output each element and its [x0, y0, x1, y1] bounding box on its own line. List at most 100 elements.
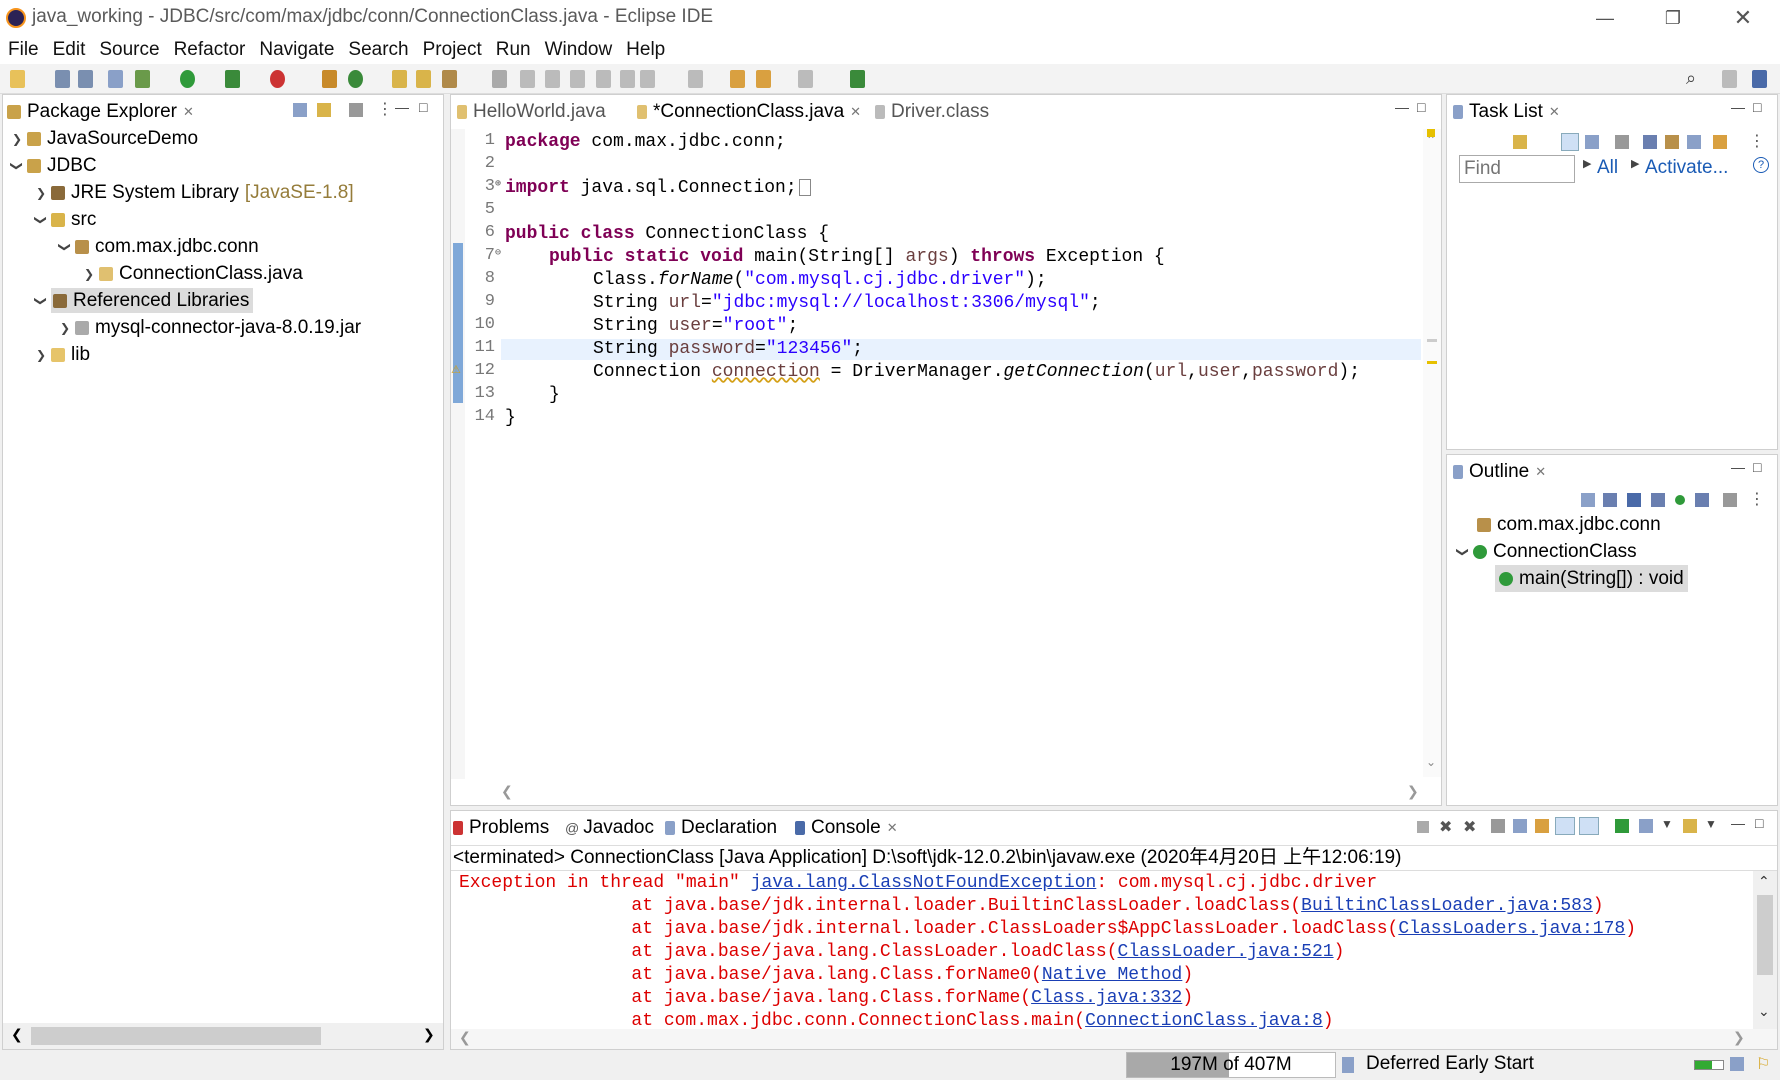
- block-selection-icon[interactable]: [545, 70, 560, 88]
- open-console-icon[interactable]: [1683, 819, 1697, 833]
- maximize-view-button[interactable]: □: [1753, 459, 1761, 475]
- open-task-icon[interactable]: [416, 70, 431, 88]
- outline-item-package[interactable]: com.max.jdbc.conn: [1477, 511, 1661, 538]
- scheduled-icon[interactable]: [1585, 135, 1599, 149]
- warning-overview-marker[interactable]: [1427, 129, 1435, 137]
- hide-static-icon[interactable]: [1651, 493, 1665, 507]
- last-edit-icon[interactable]: [730, 70, 745, 88]
- new-icon[interactable]: [10, 70, 25, 88]
- scroll-left-icon[interactable]: ❮: [501, 783, 513, 800]
- tree-item-connectionclass-java[interactable]: ❯ ConnectionClass.java: [79, 260, 303, 287]
- all-link[interactable]: All: [1597, 157, 1618, 179]
- link-with-editor-icon[interactable]: [317, 103, 331, 117]
- chevron-right-icon[interactable]: ❯: [31, 348, 51, 362]
- remove-all-launches-icon[interactable]: ✖: [1463, 817, 1476, 837]
- console-link[interactable]: Native Method: [1042, 965, 1182, 985]
- view-menu-icon[interactable]: ⋮: [1749, 489, 1765, 509]
- categorized-icon[interactable]: [1561, 133, 1579, 151]
- save-icon[interactable]: [55, 70, 70, 88]
- menu-project[interactable]: Project: [423, 39, 482, 61]
- chevron-right-icon[interactable]: ❯: [55, 321, 75, 335]
- annotation-icon[interactable]: [492, 70, 507, 88]
- java-perspective-icon[interactable]: [1752, 70, 1767, 88]
- tab-connectionclass-java[interactable]: *ConnectionClass.java ✕: [637, 95, 862, 129]
- menu-edit[interactable]: Edit: [53, 39, 86, 61]
- pin-editor-icon[interactable]: [850, 70, 865, 88]
- clear-console-icon[interactable]: [1491, 819, 1505, 833]
- maximize-view-button[interactable]: □: [1753, 99, 1761, 115]
- word-wrap-icon[interactable]: [570, 70, 585, 88]
- outline-item-main-method[interactable]: main(String[]) : void: [1495, 565, 1688, 592]
- open-type-icon[interactable]: [392, 70, 407, 88]
- run-icon[interactable]: [180, 70, 195, 88]
- console-link[interactable]: BuiltinClassLoader.java:583: [1301, 896, 1593, 916]
- console-link[interactable]: ConnectionClass.java:8: [1085, 1011, 1323, 1029]
- outline-item-class[interactable]: ❯ ConnectionClass: [1453, 538, 1637, 565]
- new-java-project-icon[interactable]: [322, 70, 337, 88]
- overview-ruler[interactable]: ⌃ ⌄: [1423, 129, 1441, 777]
- minimize-button[interactable]: —: [1572, 0, 1638, 36]
- console-vertical-scrollbar[interactable]: ⌃ ⌄: [1753, 871, 1777, 1029]
- view-menu-icon[interactable]: ⋮: [1749, 131, 1765, 151]
- tree-item-mysql-connector-jar[interactable]: ❯ mysql-connector-java-8.0.19.jar: [55, 314, 361, 341]
- collapse-all-icon[interactable]: [293, 103, 307, 117]
- find-task-input[interactable]: [1459, 155, 1575, 183]
- word-wrap-console-icon[interactable]: [1535, 819, 1549, 833]
- filter-tasks-icon[interactable]: [1615, 135, 1629, 149]
- tip-lightbulb-icon[interactable]: ⚐: [1756, 1054, 1770, 1074]
- maximize-view-button[interactable]: □: [419, 99, 427, 115]
- activate-link[interactable]: Activate...: [1645, 157, 1728, 179]
- tab-driver-class[interactable]: Driver.class: [875, 95, 989, 129]
- sort-icon[interactable]: [1603, 493, 1617, 507]
- chevron-down-icon[interactable]: ❯: [58, 237, 72, 257]
- close-icon[interactable]: ✕: [183, 104, 194, 120]
- menu-window[interactable]: Window: [545, 39, 613, 61]
- show-on-stderr-icon[interactable]: [1579, 817, 1599, 835]
- minimize-view-button[interactable]: —: [1731, 99, 1745, 115]
- editor-horizontal-scrollbar[interactable]: ❮ ❯: [501, 783, 1421, 803]
- menu-navigate[interactable]: Navigate: [259, 39, 334, 61]
- mark-occurrences-icon[interactable]: [520, 70, 535, 88]
- pilcrow-icon[interactable]: [620, 70, 635, 88]
- console-link[interactable]: Class.java:332: [1031, 988, 1182, 1008]
- scrollbar-thumb[interactable]: [1757, 895, 1773, 975]
- restore-button[interactable]: ❐: [1640, 0, 1706, 36]
- menu-run[interactable]: Run: [496, 39, 531, 61]
- collapse-tasks-icon[interactable]: [1687, 135, 1701, 149]
- coverage-icon[interactable]: [225, 70, 240, 88]
- open-perspective-icon[interactable]: [1722, 70, 1737, 88]
- collapse-outline-icon[interactable]: [1581, 493, 1595, 507]
- console-horizontal-scrollbar[interactable]: ❮ ❯: [451, 1029, 1777, 1049]
- view-menu-icon[interactable]: ⋮: [377, 99, 393, 119]
- hide-fields-icon[interactable]: [1627, 493, 1641, 507]
- chevron-down-icon[interactable]: ❯: [10, 156, 24, 176]
- horizontal-scrollbar[interactable]: ❮ ❯: [3, 1023, 443, 1049]
- close-icon[interactable]: ✕: [1549, 104, 1560, 120]
- menu-source[interactable]: Source: [99, 39, 159, 61]
- console-link[interactable]: ClassLoader.java:521: [1118, 942, 1334, 962]
- chevron-down-icon[interactable]: ▼: [1661, 817, 1673, 831]
- close-window-button[interactable]: ✕: [1710, 0, 1776, 36]
- show-whitespace-icon[interactable]: [596, 70, 611, 88]
- hide-non-public-icon[interactable]: [1675, 495, 1685, 505]
- console-link[interactable]: java.lang.ClassNotFoundException: [751, 873, 1097, 893]
- scroll-right-icon[interactable]: ❯: [423, 1026, 435, 1043]
- scroll-lock-icon[interactable]: [1513, 819, 1527, 833]
- tab-problems[interactable]: Problems: [453, 811, 549, 845]
- next-annotation-icon[interactable]: [640, 70, 655, 88]
- scroll-right-icon[interactable]: ❯: [1407, 783, 1419, 800]
- prev-annotation-icon[interactable]: [688, 70, 703, 88]
- tree-item-package[interactable]: ❯ com.max.jdbc.conn: [55, 233, 259, 260]
- progress-view-icon[interactable]: [1730, 1057, 1744, 1071]
- heap-status[interactable]: 197M of 407M: [1126, 1052, 1336, 1078]
- menu-refactor[interactable]: Refactor: [174, 39, 246, 61]
- tree-item-lib[interactable]: ❯ lib: [31, 341, 90, 368]
- scroll-right-icon[interactable]: ❯: [1733, 1029, 1745, 1046]
- terminate-icon[interactable]: [1417, 821, 1429, 833]
- close-icon[interactable]: ✕: [887, 820, 898, 836]
- console-output[interactable]: Exception in thread "main" java.lang.Cla…: [451, 871, 1753, 1029]
- new-class-icon[interactable]: [348, 70, 363, 88]
- chevron-right-icon[interactable]: ❯: [7, 132, 27, 146]
- tab-task-list[interactable]: Task List ✕: [1453, 95, 1560, 129]
- menu-help[interactable]: Help: [626, 39, 665, 61]
